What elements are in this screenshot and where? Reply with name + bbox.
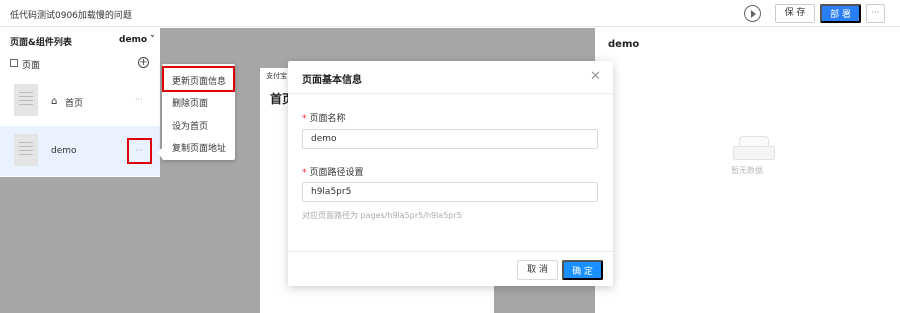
menu-item-set-home[interactable]: 设为首页	[172, 119, 208, 132]
empty-box-icon	[733, 136, 775, 160]
page-name-label: * 页面名称	[302, 111, 346, 124]
dialog-footer: 取 消 确 定	[288, 251, 613, 286]
app-title: 低代码测试0906加载慢的问题	[10, 11, 132, 21]
cancel-button[interactable]: 取 消	[517, 260, 558, 280]
page-name: demo	[51, 146, 77, 156]
home-icon: ⌂	[51, 96, 58, 107]
properties-title: demo	[608, 39, 640, 50]
field-label-text: 页面路径设置	[309, 168, 364, 178]
canvas-page-label: 支付宝	[266, 72, 287, 80]
page-name: 首页	[65, 99, 84, 109]
menu-item-update-page-info[interactable]: 更新页面信息	[172, 74, 226, 87]
page-path-input[interactable]	[302, 182, 598, 202]
plus-circle-icon[interactable]: +	[138, 57, 149, 68]
dialog-title: 页面基本信息	[302, 75, 362, 86]
page-more-button[interactable]: ···	[135, 95, 143, 104]
empty-box-lid	[739, 136, 769, 146]
page-thumbnail	[14, 84, 38, 116]
empty-box-base	[733, 146, 775, 160]
empty-text: 暂无数据	[731, 166, 763, 175]
more-dots-icon: ···	[135, 146, 143, 155]
page-path-label: * 页面路径设置	[302, 165, 364, 178]
panel-header: 页面&组件列表 demo ˅	[0, 28, 160, 51]
environment-select[interactable]: demo ˅	[119, 35, 155, 45]
required-mark: *	[302, 168, 307, 178]
more-options-button[interactable]: ···	[866, 4, 885, 23]
page-more-button[interactable]: ···	[127, 138, 152, 164]
deploy-button[interactable]: 部 署	[820, 4, 861, 23]
top-bar: 低代码测试0906加载慢的问题 保 存 部 署 ···	[0, 0, 900, 27]
page-list-panel: 页面 + ⌂ 首页 ··· demo ···	[0, 51, 160, 177]
page-path-hint: 对应页面路径为 pages/h9la5pr5/h9la5pr5	[302, 211, 462, 220]
page-context-menu: 更新页面信息 删除页面 设为首页 复制页面地址	[157, 64, 235, 160]
page-name-input[interactable]	[302, 129, 598, 149]
page-item-home[interactable]: ⌂ 首页 ···	[0, 76, 160, 126]
panel-title: 页面&组件列表	[10, 38, 72, 48]
field-label-text: 页面名称	[309, 114, 346, 124]
close-icon[interactable]: ✕	[590, 69, 601, 84]
properties-panel: demo 暂无数据	[595, 28, 900, 313]
page-item-demo[interactable]: demo ···	[0, 126, 160, 176]
page-icon	[10, 59, 18, 67]
pages-label: 页面	[22, 61, 41, 71]
required-mark: *	[302, 114, 307, 124]
confirm-button[interactable]: 确 定	[562, 260, 603, 280]
menu-item-delete-page[interactable]: 删除页面	[172, 96, 208, 109]
page-info-dialog: 页面基本信息 ✕ *页面名称 *页面路径设置 对应页面路径为 pages/h9l…	[288, 61, 613, 286]
save-button[interactable]: 保 存	[775, 4, 815, 23]
page-thumbnail	[14, 134, 38, 166]
menu-item-copy-page-url[interactable]: 复制页面地址	[172, 141, 226, 154]
dialog-header: 页面基本信息 ✕	[288, 61, 613, 94]
play-icon[interactable]	[744, 5, 761, 22]
